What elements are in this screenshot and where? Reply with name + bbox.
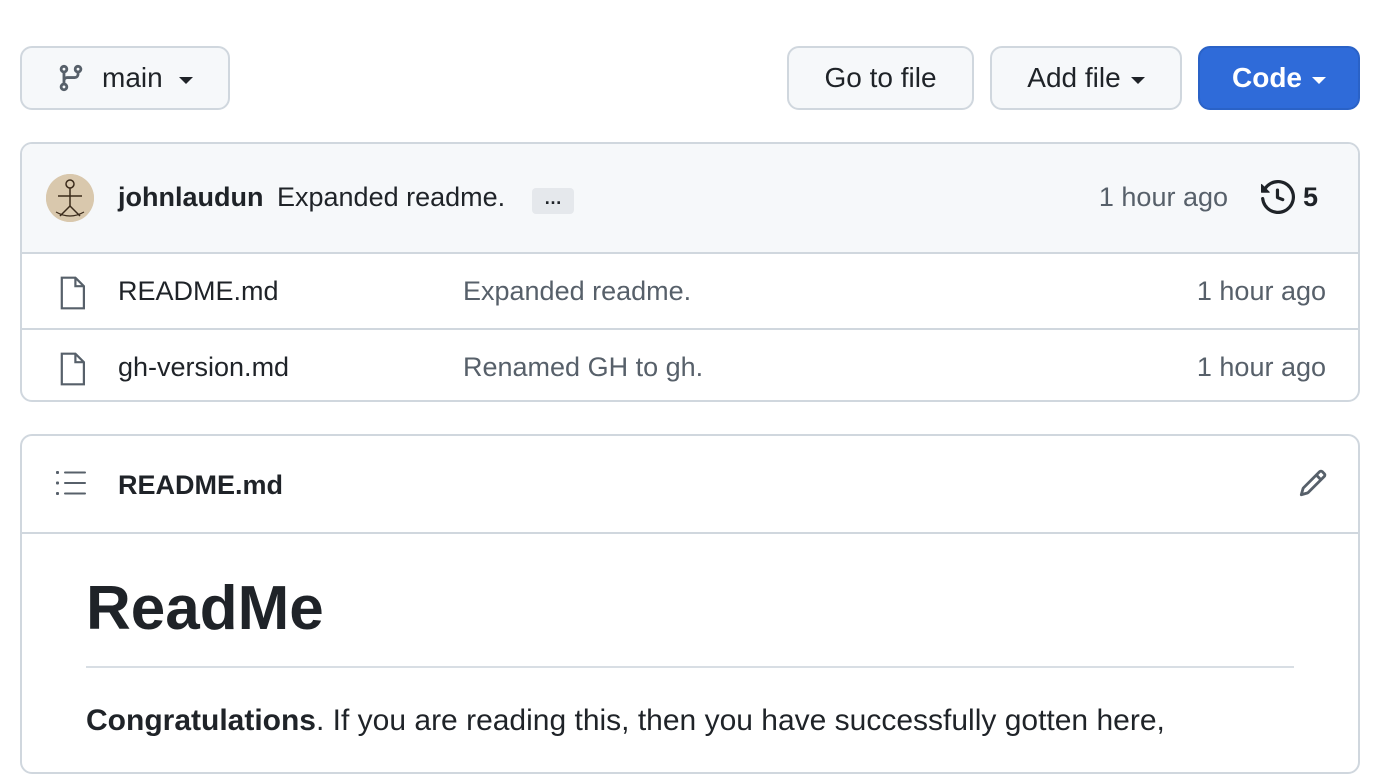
readme-paragraph: Congratulations. If you are reading this… <box>86 704 1294 738</box>
chevron-down-icon <box>1312 76 1326 84</box>
file-time: 1 hour ago <box>1196 352 1326 382</box>
go-to-file-label: Go to file <box>824 62 937 93</box>
add-file-button[interactable]: Add file <box>990 46 1182 110</box>
branch-selector-button[interactable]: main <box>20 46 230 110</box>
file-commit-link[interactable]: Expanded readme. <box>463 276 691 307</box>
commit-details-toggle[interactable]: … <box>532 188 574 214</box>
file-browser: johnlaudun Expanded readme. … 1 hour ago… <box>20 142 1360 402</box>
file-row: README.md Expanded readme. 1 hour ago <box>22 254 1358 330</box>
commit-time: 1 hour ago <box>1098 182 1228 212</box>
file-icon <box>60 352 86 386</box>
chevron-down-icon <box>1130 76 1145 84</box>
file-icon <box>60 276 86 310</box>
avatar[interactable] <box>46 174 94 222</box>
go-to-file-button[interactable]: Go to file <box>787 46 974 110</box>
readme-bold-text: Congratulations <box>86 704 316 737</box>
readme-panel: README.md ReadMe Congratulations. If you… <box>20 434 1360 774</box>
readme-title: README.md <box>118 470 284 500</box>
file-name-link[interactable]: README.md <box>118 276 279 307</box>
readme-paragraph-text: . If you are reading this, then you have… <box>316 704 1165 737</box>
file-name-link[interactable]: gh-version.md <box>118 352 289 383</box>
code-button[interactable]: Code <box>1198 46 1360 110</box>
avatar-image <box>46 174 94 222</box>
file-time: 1 hour ago <box>1196 276 1326 306</box>
commit-message-link[interactable]: Expanded readme. <box>277 182 505 213</box>
readme-body: ReadMe Congratulations. If you are readi… <box>22 534 1358 738</box>
git-branch-icon <box>59 64 83 92</box>
history-icon <box>1260 180 1295 214</box>
commit-author-link[interactable]: johnlaudun <box>118 182 263 213</box>
add-file-label: Add file <box>1027 62 1121 93</box>
readme-heading: ReadMe <box>86 570 1294 668</box>
commit-history-link[interactable]: 5 <box>1260 180 1318 214</box>
list-icon[interactable] <box>56 470 86 496</box>
file-commit-link[interactable]: Renamed GH to gh. <box>463 352 703 383</box>
latest-commit-bar: johnlaudun Expanded readme. … 1 hour ago… <box>22 144 1358 254</box>
branch-label: main <box>102 62 163 93</box>
readme-header: README.md <box>22 436 1358 534</box>
chevron-down-icon <box>178 76 193 84</box>
commit-count: 5 <box>1302 181 1318 212</box>
code-label: Code <box>1232 62 1302 93</box>
pencil-icon[interactable] <box>1298 468 1328 498</box>
file-row: gh-version.md Renamed GH to gh. 1 hour a… <box>22 330 1358 400</box>
